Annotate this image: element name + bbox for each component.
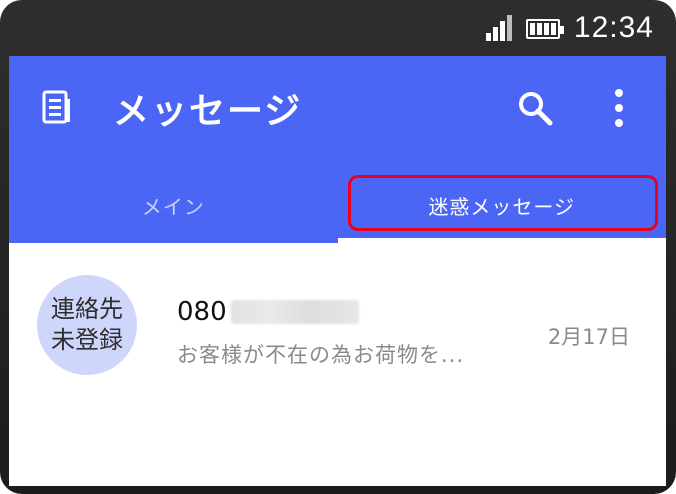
message-date: 2月17日 [547,325,630,349]
battery-icon [525,19,564,39]
tab-spam[interactable]: 迷惑メッセージ [337,168,666,243]
tab-spam-label: 迷惑メッセージ [428,195,576,219]
tab-main[interactable]: メイン [9,168,338,243]
search-icon[interactable] [517,90,553,126]
phone-frame: 12:34 メッセージ メイン 迷惑メッセージ 連絡先 未登録 080 お客様が… [0,0,676,494]
app-bar: メッセージ メイン 迷惑メッセージ [9,56,666,243]
sender-number-masked [230,300,359,324]
message-list: 連絡先 未登録 080 お客様が不在の為お荷物を... 2月17日 [9,243,666,403]
avatar-line-2: 未登録 [51,326,123,354]
avatar-line-1: 連絡先 [51,295,123,323]
message-preview: お客様が不在の為お荷物を... [177,343,465,367]
status-bar: 12:34 [0,0,676,56]
sender-number-visible: 080 [177,297,227,327]
messages-app-icon [42,90,70,124]
avatar: 連絡先 未登録 [37,275,137,375]
sender-number: 080 [177,297,359,327]
more-options-icon[interactable] [611,88,627,128]
tab-bar: メイン 迷惑メッセージ [9,168,666,243]
app-title: メッセージ [113,91,303,132]
app-screen: メッセージ メイン 迷惑メッセージ 連絡先 未登録 080 お客様が不在の為お荷… [9,56,666,486]
signal-icon [485,15,512,41]
tab-main-label: メイン [141,195,205,219]
status-time: 12:34 [573,11,654,44]
list-item[interactable]: 連絡先 未登録 080 お客様が不在の為お荷物を... 2月17日 [9,243,666,403]
